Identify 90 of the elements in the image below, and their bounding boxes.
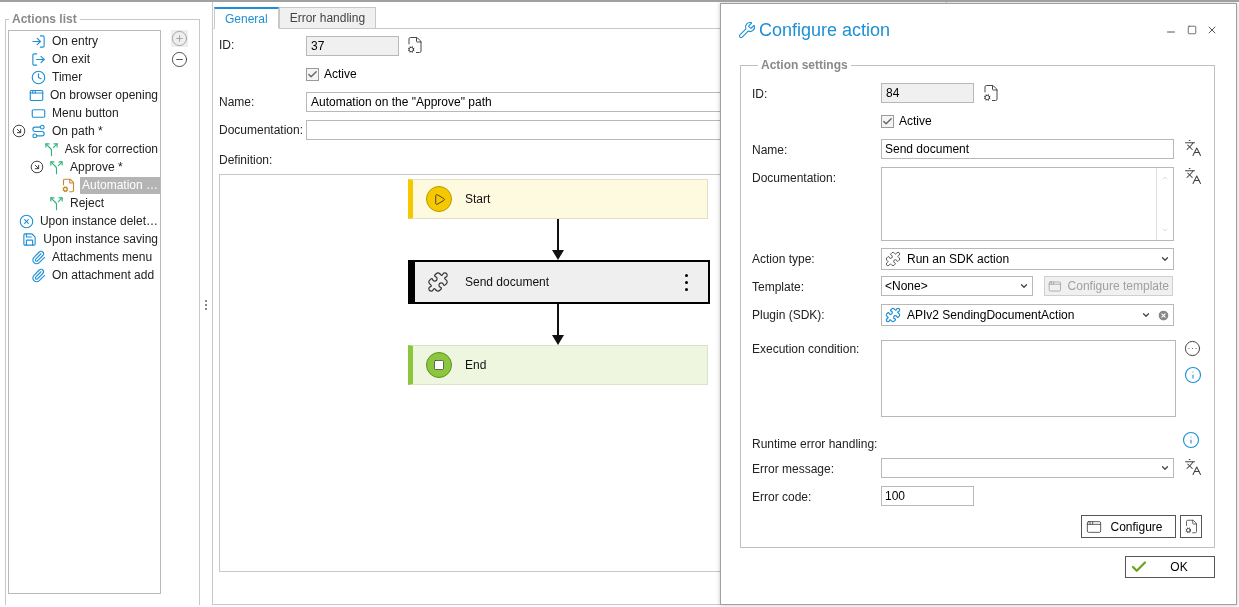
tree-item[interactable]: Ask for correction [62,140,160,158]
more-options-icon[interactable] [1184,340,1201,357]
checkbox[interactable] [881,114,894,128]
info-icon[interactable] [1182,431,1200,449]
translate-icon[interactable] [1184,167,1202,185]
configure-button[interactable]: Configure [1081,515,1176,538]
puzzle-icon [885,307,901,323]
tree-item[interactable]: On browser opening [47,86,160,104]
name-field[interactable]: Send document [881,139,1174,159]
field-label: Error message: [752,462,835,476]
exit-icon [31,51,46,67]
branch-icon [49,159,64,175]
node-label: Start [465,191,491,208]
branch-icon [43,141,59,157]
tree-item[interactable]: On entry [50,32,101,50]
field-label: Documentation: [219,123,304,137]
tab[interactable]: Error handling [278,7,377,29]
tree-item[interactable]: Upon instance delet… [37,212,160,230]
dialog-title: Configure action [759,18,891,42]
tab[interactable]: General [214,7,279,29]
tree-item[interactable]: On path * [50,122,105,140]
settings-file-button[interactable] [1180,515,1202,538]
node-label: End [465,357,487,374]
panel-title: Actions list [11,11,78,28]
stop-icon [426,352,452,378]
translate-icon[interactable] [1184,458,1202,476]
delete-icon [18,213,34,229]
play-icon [426,186,452,212]
field-label: Definition: [219,153,273,167]
checkbox-label: Active [324,66,357,83]
tree-item[interactable]: Menu button [50,104,121,122]
maximize-icon[interactable] [1187,25,1197,35]
field-label: Plugin (SDK): [752,308,825,322]
tree-item[interactable]: Reject [68,194,106,212]
tree-item[interactable]: Approve * [68,158,125,176]
browser-window-icon [28,87,44,103]
clock-icon [31,69,46,85]
file-settings-icon [1183,519,1199,534]
automation-icon [60,177,76,193]
field-label: Error code: [752,490,812,504]
ok-button[interactable]: OK [1125,556,1215,578]
window-settings-icon [1048,278,1062,294]
connector-arrow [552,219,564,260]
group-title: Action settings [760,57,849,74]
tree-item[interactable]: Upon instance saving [41,230,160,248]
tree-item[interactable]: On attachment add [50,266,157,284]
field-label: Name: [219,95,255,109]
puzzle-icon [427,271,449,293]
tree-item[interactable]: Timer [50,68,85,86]
plugin-dropdown[interactable]: APIv2 SendingDocumentAction [881,304,1174,326]
branch-icon [49,195,64,211]
tree-item[interactable]: Attachments menu [50,248,155,266]
info-icon[interactable] [1184,366,1202,384]
template-dropdown[interactable]: <None> [881,276,1033,296]
error-code-field[interactable]: 100 [881,486,974,506]
file-settings-icon[interactable] [406,36,424,54]
tree-item[interactable]: On exit [50,50,92,68]
field-label: Documentation: [752,171,837,185]
more-options-icon[interactable] [685,273,688,291]
close-icon[interactable] [1206,24,1218,36]
id-field: 84 [881,83,974,103]
puzzle-icon [885,251,901,267]
checkbox[interactable] [306,67,319,81]
documentation-field[interactable] [881,167,1174,241]
end-node[interactable]: End [408,345,708,385]
checkbox-label: Active [899,113,932,130]
id-field: 37 [306,36,399,56]
remove-icon[interactable] [171,51,188,68]
node-label: Send document [465,274,550,291]
field-label: Action type: [752,252,815,266]
action-node[interactable]: Send document [408,260,710,304]
field-label: Template: [752,280,805,294]
field-label: Runtime error handling: [752,437,878,451]
action-type-dropdown[interactable]: Run an SDK action [881,248,1174,270]
paperclip-icon [31,267,46,283]
field-label: ID: [219,38,235,52]
execution-condition-field[interactable] [881,340,1176,417]
clear-icon[interactable] [1157,308,1170,322]
field-label: Execution condition: [752,342,860,356]
connector-arrow [552,304,564,345]
save-icon [22,231,38,247]
paperclip-icon [31,249,46,265]
translate-icon[interactable] [1184,139,1202,157]
file-settings-icon[interactable] [982,84,1000,102]
field-label: Name: [752,143,788,157]
tools-icon [738,21,756,39]
entry-icon [31,33,46,49]
path-icon [31,123,46,139]
start-node[interactable]: Start [408,179,708,219]
window-settings-icon [1086,518,1102,535]
